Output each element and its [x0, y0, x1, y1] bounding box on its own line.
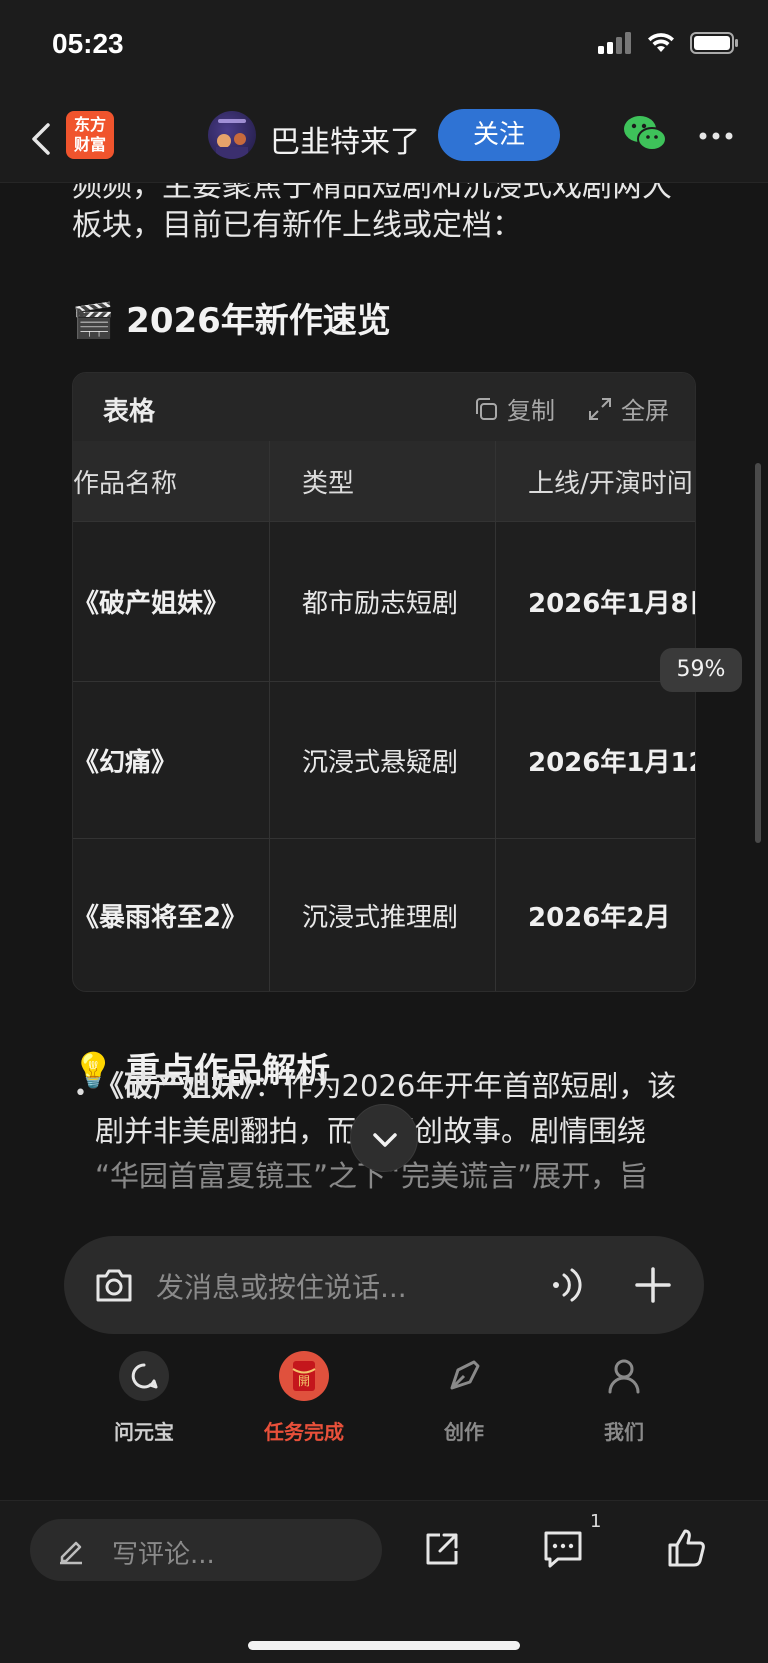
- pen-nib-icon: [450, 1360, 480, 1390]
- tab-us[interactable]: 我们: [564, 1350, 684, 1445]
- scroll-to-bottom-button[interactable]: [350, 1104, 418, 1172]
- app-logo[interactable]: 东方财富: [66, 111, 114, 159]
- avatar-illustration-icon: [216, 119, 248, 159]
- table-cell-title: 《破产姐妹》: [73, 589, 230, 619]
- table-row: 《破产姐妹》 都市励志短剧 2026年1月8日: [73, 521, 695, 681]
- bottom-action-bar: 写评论... 1: [0, 1500, 768, 1663]
- app-logo-text: 东方财富: [73, 115, 106, 154]
- person-icon: [608, 1359, 640, 1394]
- wifi-icon: [648, 33, 674, 52]
- envelope-badge-text: 開: [298, 1374, 310, 1388]
- table-card: 表格 复制 全屏 作品名称 类型 上线/开演时间 《破产姐妹》 都市励志短剧 2…: [72, 372, 696, 992]
- column-header: 上线/开演时间: [495, 441, 695, 521]
- bullet-dot: •: [74, 1081, 87, 1106]
- bullet-line: 《破产姐妹》：作为2026年开年首部短剧，该: [95, 1063, 676, 1105]
- table-header-row: 作品名称 类型 上线/开演时间: [73, 441, 695, 521]
- battery-icon: [690, 32, 738, 54]
- pencil-icon: [60, 1541, 82, 1565]
- comment-count: 1: [590, 1511, 602, 1532]
- author-name[interactable]: 巴韭特来了: [270, 117, 420, 161]
- status-icons: [598, 32, 738, 54]
- chat-input-placeholder[interactable]: 发消息或按住说话...: [156, 1266, 407, 1306]
- status-time: 05:23: [52, 28, 124, 59]
- cellular-signal-icon: [598, 32, 631, 54]
- intro-text: 板块，目前已有新作上线或定档：: [72, 208, 522, 243]
- table-cell-title: 《幻痛》: [73, 747, 178, 778]
- comment-input[interactable]: 写评论...: [30, 1519, 382, 1581]
- wechat-share-icon[interactable]: [622, 113, 668, 155]
- comments-icon[interactable]: [542, 1529, 584, 1569]
- follow-button[interactable]: 关注: [438, 109, 560, 161]
- table-cell-type: 沉浸式推理剧: [269, 839, 495, 991]
- table-cell-type: 沉浸式悬疑剧: [269, 682, 495, 838]
- voice-icon[interactable]: [550, 1266, 584, 1304]
- red-envelope-icon: 開: [279, 1351, 329, 1401]
- tab-label: 任务完成: [264, 1420, 344, 1444]
- column-header: 作品名称: [73, 468, 178, 499]
- bullet-text: ：作为2026年开年首部短剧，该: [254, 1069, 677, 1103]
- table-cell-title: 《暴雨将至2》: [73, 903, 248, 933]
- article-content: 频频，主要聚焦于精品短剧和沉浸式戏剧两大 板块，目前已有新作上线或定档： 🎬 2…: [0, 183, 768, 1223]
- table-row: 《幻痛》 沉浸式悬疑剧 2026年1月12: [73, 681, 695, 838]
- column-header: 类型: [269, 441, 495, 521]
- chat-input-bar[interactable]: 发消息或按住说话...: [64, 1236, 704, 1334]
- section-heading-new-works: 🎬 2026年新作速览: [72, 301, 391, 341]
- tab-label: 创作: [444, 1420, 484, 1444]
- table-cell-type: 都市励志短剧: [269, 522, 495, 681]
- table-row: 《暴雨将至2》 沉浸式推理剧 2026年2月: [73, 838, 695, 991]
- camera-icon[interactable]: [94, 1266, 134, 1304]
- home-indicator: [248, 1641, 520, 1650]
- copy-button[interactable]: 复制: [473, 391, 555, 426]
- article-nav-bar: 东方财富 巴韭特来了 关注: [0, 95, 768, 183]
- more-icon[interactable]: [698, 131, 734, 141]
- scrollbar[interactable]: [755, 463, 761, 843]
- author-avatar[interactable]: [208, 111, 256, 159]
- table-cell-date: 2026年1月12: [495, 682, 695, 838]
- back-icon[interactable]: [24, 115, 60, 163]
- tab-create[interactable]: 创作: [404, 1350, 524, 1445]
- chevron-down-icon: [373, 1133, 397, 1147]
- status-bar: 05:23: [0, 0, 768, 95]
- fullscreen-icon: [589, 397, 611, 420]
- thumbs-up-icon[interactable]: [666, 1527, 708, 1569]
- fullscreen-label: 全屏: [621, 397, 669, 425]
- tab-wen-yuanbao[interactable]: 问元宝: [84, 1350, 204, 1445]
- table-header-bar: 表格 复制 全屏: [73, 373, 695, 441]
- table-label: 表格: [103, 397, 156, 427]
- tab-label: 我们: [604, 1420, 644, 1444]
- bullet-title: 《破产姐妹》: [95, 1069, 255, 1103]
- scroll-percent-indicator: 59%: [660, 648, 742, 692]
- tab-task-complete[interactable]: 開 任务完成: [244, 1350, 364, 1445]
- tab-bar: 问元宝 開 任务完成 创作 我们: [0, 1350, 768, 1460]
- chat-bubble-icon: [119, 1351, 169, 1401]
- fullscreen-button[interactable]: 全屏: [587, 391, 669, 426]
- comment-placeholder[interactable]: 写评论...: [112, 1534, 215, 1571]
- copy-icon: [476, 397, 497, 420]
- table-cell-date: 2026年2月: [495, 839, 695, 991]
- copy-label: 复制: [507, 397, 555, 425]
- plus-icon[interactable]: [634, 1266, 672, 1304]
- tab-label: 问元宝: [114, 1420, 174, 1444]
- share-icon[interactable]: [422, 1529, 462, 1569]
